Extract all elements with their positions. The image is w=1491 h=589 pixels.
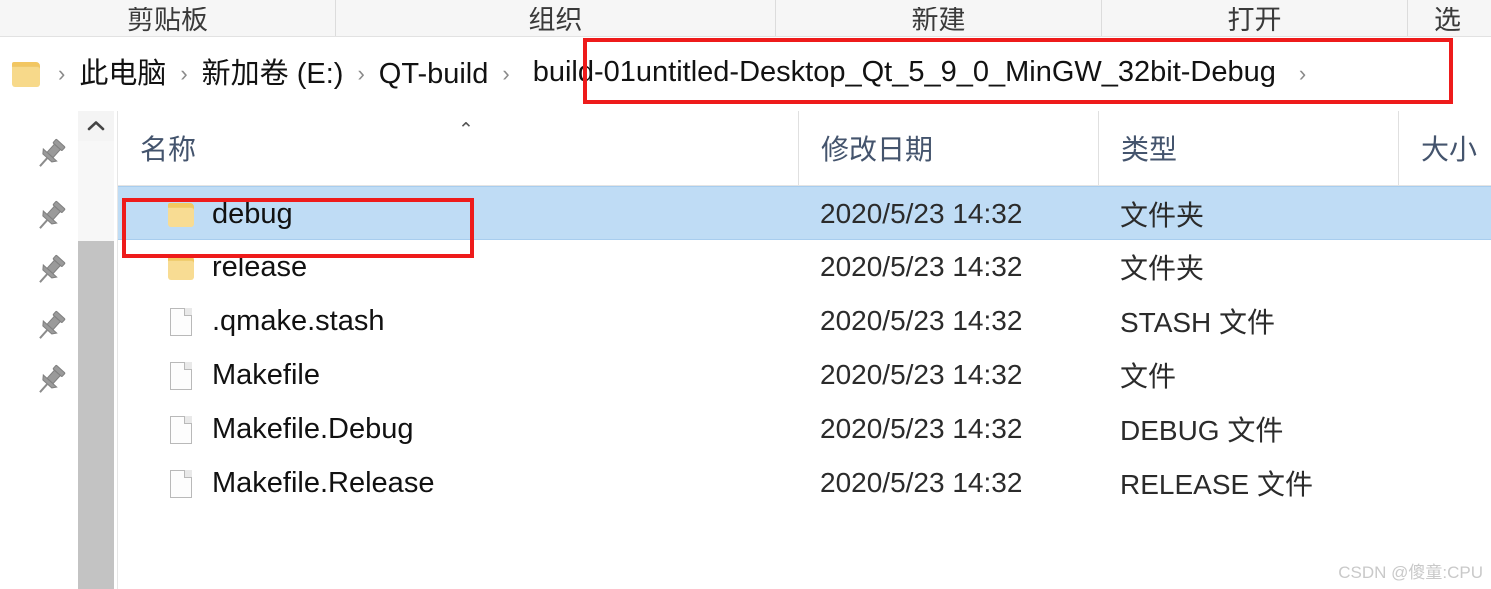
file-name-label: Makefile.Release <box>212 466 435 499</box>
cell-size <box>1398 456 1491 510</box>
cell-type: RELEASE 文件 <box>1120 469 1313 500</box>
folder-icon <box>12 59 42 89</box>
column-header-label: 大小 <box>1421 134 1478 165</box>
quick-access-pin-1[interactable] <box>30 135 70 175</box>
column-header-row: 名称 ⌃ 修改日期 类型 大小 <box>118 111 1491 186</box>
cell-name: .qmake.stash <box>118 294 798 348</box>
cell-size <box>1398 187 1491 241</box>
column-header-label: 名称 <box>140 134 197 165</box>
folder-icon <box>166 251 196 283</box>
ribbon-group-label: 打开 <box>1227 7 1282 35</box>
file-icon <box>166 359 196 391</box>
file-icon <box>166 413 196 445</box>
cell-size <box>1398 402 1491 456</box>
cell-name: Makefile.Release <box>118 456 798 510</box>
cell-type: 文件夹 <box>1120 253 1205 284</box>
address-bar[interactable]: › 此电脑 › 新加卷 (E:) › QT-build › build-01un… <box>0 37 1491 111</box>
cell-date-modified: 2020/5/23 14:32 <box>820 359 1023 390</box>
quick-access-pin-4[interactable] <box>30 307 70 347</box>
cell-date-modified: 2020/5/23 14:32 <box>820 198 1023 229</box>
pin-icon <box>39 255 66 283</box>
cell-size <box>1398 240 1491 294</box>
cell-date-modified: 2020/5/23 14:32 <box>820 305 1023 336</box>
file-name-label: Makefile.Debug <box>212 412 414 445</box>
cell-name: debug <box>118 187 798 241</box>
breadcrumb-item-new-volume-e[interactable]: 新加卷 (E:) <box>196 58 350 91</box>
table-row[interactable]: Makefile 2020/5/23 14:32 文件 <box>118 348 1491 402</box>
file-rows: debug 2020/5/23 14:32 文件夹 release 2020/5… <box>118 186 1491 510</box>
cell-name: Makefile <box>118 348 798 402</box>
file-name-label: .qmake.stash <box>212 304 385 337</box>
ribbon-group-organize[interactable]: 组织 <box>336 0 776 36</box>
column-header-label: 修改日期 <box>821 134 934 165</box>
ribbon-group-open[interactable]: 打开 <box>1102 0 1408 36</box>
cell-date-modified: 2020/5/23 14:32 <box>820 251 1023 282</box>
quick-access-pin-2[interactable] <box>30 197 70 237</box>
breadcrumb-item-qt-build[interactable]: QT-build <box>373 58 495 91</box>
folder-icon <box>166 198 196 230</box>
cell-size <box>1398 348 1491 402</box>
cell-size <box>1398 294 1491 348</box>
file-name-label: debug <box>212 197 293 230</box>
table-row[interactable]: release 2020/5/23 14:32 文件夹 <box>118 240 1491 294</box>
ribbon-group-label: 剪贴板 <box>127 7 208 35</box>
ribbon-group-label: 新建 <box>911 7 966 35</box>
sort-ascending-icon: ⌃ <box>458 120 474 141</box>
breadcrumb-separator-icon[interactable]: › <box>172 63 195 85</box>
ribbon-group-clipboard[interactable]: 剪贴板 <box>0 0 336 36</box>
column-header-name[interactable]: 名称 ⌃ <box>118 111 798 185</box>
table-row[interactable]: debug 2020/5/23 14:32 文件夹 <box>118 186 1491 240</box>
cell-name: Makefile.Debug <box>118 402 798 456</box>
cell-type: 文件 <box>1120 361 1177 392</box>
breadcrumb-item-this-pc[interactable]: 此电脑 <box>73 58 172 91</box>
scrollbar-track[interactable] <box>78 141 114 241</box>
file-explorer-window: 剪贴板 组织 新建 打开 选 › 此电脑 › 新加卷 (E:) › QT-bui… <box>0 0 1491 589</box>
ribbon-group-label: 选 <box>1434 7 1461 35</box>
scrollbar-up-button[interactable] <box>78 111 114 141</box>
breadcrumb-item-build-folder[interactable]: build-01untitled-Desktop_Qt_5_9_0_MinGW_… <box>518 54 1291 94</box>
cell-date-modified: 2020/5/23 14:32 <box>820 413 1023 444</box>
pin-icon <box>39 201 66 229</box>
navigation-pane <box>0 111 76 589</box>
breadcrumb-separator-icon[interactable]: › <box>1291 63 1314 85</box>
file-icon <box>166 467 196 499</box>
file-list: 名称 ⌃ 修改日期 类型 大小 debug 2020/5/23 14:32 文件… <box>118 111 1491 589</box>
cell-type: STASH 文件 <box>1120 307 1276 338</box>
column-header-type[interactable]: 类型 <box>1098 111 1398 185</box>
column-header-size[interactable]: 大小 <box>1398 111 1491 185</box>
column-header-label: 类型 <box>1121 134 1178 165</box>
pin-icon <box>39 139 66 167</box>
pin-icon <box>39 365 66 393</box>
breadcrumb-separator-icon[interactable]: › <box>50 63 73 85</box>
ribbon-group-select[interactable]: 选 <box>1408 0 1491 36</box>
chevron-up-icon <box>87 121 105 131</box>
file-name-label: Makefile <box>212 358 320 391</box>
breadcrumb-separator-icon[interactable]: › <box>494 63 517 85</box>
pin-icon <box>39 311 66 339</box>
cell-type: DEBUG 文件 <box>1120 415 1284 446</box>
table-row[interactable]: Makefile.Release 2020/5/23 14:32 RELEASE… <box>118 456 1491 510</box>
table-row[interactable]: .qmake.stash 2020/5/23 14:32 STASH 文件 <box>118 294 1491 348</box>
ribbon-group-new[interactable]: 新建 <box>776 0 1102 36</box>
cell-name: release <box>118 240 798 294</box>
table-row[interactable]: Makefile.Debug 2020/5/23 14:32 DEBUG 文件 <box>118 402 1491 456</box>
file-icon <box>166 305 196 337</box>
navigation-scrollbar[interactable] <box>78 111 114 589</box>
column-header-date-modified[interactable]: 修改日期 <box>798 111 1098 185</box>
ribbon-bar: 剪贴板 组织 新建 打开 选 <box>0 0 1491 36</box>
quick-access-pin-3[interactable] <box>30 251 70 291</box>
watermark: CSDN @傻童:CPU <box>1338 563 1483 582</box>
cell-date-modified: 2020/5/23 14:32 <box>820 467 1023 498</box>
cell-type: 文件夹 <box>1120 200 1205 231</box>
scrollbar-thumb[interactable] <box>78 241 114 589</box>
breadcrumb-separator-icon[interactable]: › <box>349 63 372 85</box>
explorer-body: 名称 ⌃ 修改日期 类型 大小 debug 2020/5/23 14:32 文件… <box>0 111 1491 589</box>
ribbon-group-label: 组织 <box>528 7 583 35</box>
file-name-label: release <box>212 250 308 283</box>
quick-access-pin-5[interactable] <box>30 361 70 401</box>
